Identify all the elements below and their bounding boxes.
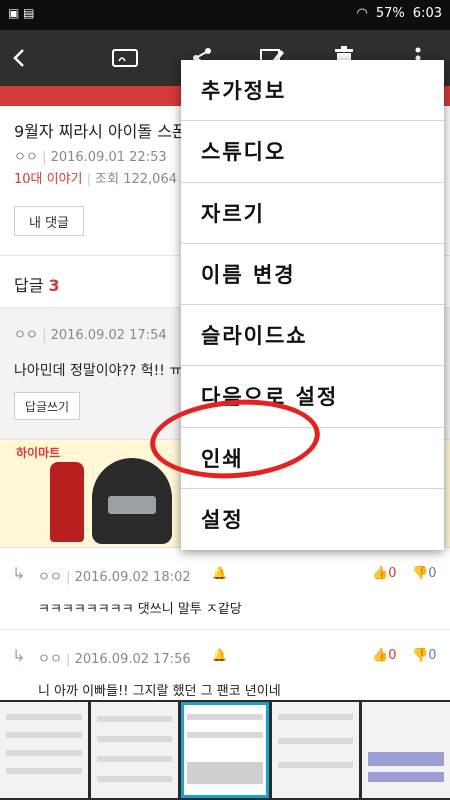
- reply-text: 니 아까 이빠들!! 그지랄 했던 그 팬코 년이네: [38, 684, 281, 699]
- dislike-count: 0: [428, 566, 437, 581]
- article-title[interactable]: 9월자 찌라시 아이돌 스폰: [14, 118, 187, 142]
- ad-rice-cooker-image: [92, 458, 172, 544]
- reply-item: ↳ ㅇㅇ | 2016.09.02 17:56 🔔 👍0 👎0 니 아까 이빠들…: [0, 630, 450, 700]
- replies-label: 답글: [14, 276, 44, 295]
- wifi-icon: ◠: [356, 6, 368, 21]
- thumbnail[interactable]: [271, 702, 360, 798]
- article-category[interactable]: 10대 이야기: [14, 172, 83, 187]
- clock: 6:03: [412, 6, 442, 21]
- reply-date: 2016.09.02 18:02: [74, 570, 191, 585]
- reply-author: ㅇㅇ: [14, 328, 38, 343]
- cast-button[interactable]: [105, 38, 145, 78]
- dislike-count: 0: [428, 648, 437, 663]
- ad-product-image: [50, 462, 84, 542]
- article-meta: ㅇㅇ | 2016.09.01 22:53: [14, 150, 167, 165]
- menu-item-slideshow[interactable]: 슬라이드쇼: [181, 305, 444, 367]
- notification-icons: ▣ ▤: [8, 6, 35, 20]
- like-button[interactable]: 👍0: [372, 648, 396, 663]
- like-button[interactable]: 👍0: [372, 566, 396, 581]
- menu-item-details[interactable]: 추가정보: [181, 60, 444, 122]
- report-icon[interactable]: 🔔: [212, 566, 227, 580]
- reply-item: ↳ ㅇㅇ | 2016.09.02 18:02 🔔 👍0 👎0 ㅋㅋㅋㅋㅋㅋㅋㅋ…: [0, 548, 450, 630]
- article-views: 조회 122,064: [95, 172, 177, 187]
- like-count: 0: [388, 648, 397, 663]
- thumbnail-selected[interactable]: [181, 702, 269, 798]
- reply-date: 2016.09.02 17:56: [74, 652, 191, 667]
- reply-arrow-icon: ↳: [12, 564, 26, 583]
- menu-item-print[interactable]: 인쇄: [181, 428, 444, 489]
- reply-author: ㅇㅇ: [38, 652, 62, 667]
- article-meta-2: 10대 이야기 | 조회 122,064: [14, 172, 177, 187]
- thumbs-down-icon: 👎: [412, 648, 429, 663]
- thumbnail[interactable]: [362, 702, 450, 798]
- menu-item-set-as[interactable]: 다음으로 설정: [181, 366, 444, 428]
- write-reply-button[interactable]: 답글쓰기: [14, 392, 80, 420]
- thumbnail-strip: [0, 700, 450, 800]
- menu-item-studio[interactable]: 스튜디오: [181, 121, 444, 183]
- reply-date: 2016.09.02 17:54: [50, 328, 167, 343]
- article-author: ㅇㅇ: [14, 150, 38, 165]
- thumbs-up-icon: 👍: [372, 648, 389, 663]
- reply-text: 나아민데 정말이야?? 헉!! ㅠ: [14, 363, 183, 379]
- thumbs-down-icon: 👎: [412, 566, 429, 581]
- like-count: 0: [388, 566, 397, 581]
- dislike-button[interactable]: 👎0: [412, 648, 436, 663]
- reply-author: ㅇㅇ: [38, 570, 62, 585]
- my-comment-button[interactable]: 내 댓글: [14, 206, 84, 236]
- menu-item-crop[interactable]: 자르기: [181, 183, 444, 244]
- chevron-left-icon: [13, 49, 24, 67]
- replies-count: 3: [48, 276, 60, 295]
- status-right: ◠ 57% 6:03: [357, 6, 442, 21]
- screen-mirror-icon: [112, 49, 138, 67]
- thumbnail[interactable]: [90, 702, 179, 798]
- thumbs-up-icon: 👍: [372, 566, 389, 581]
- battery-level: 57%: [375, 6, 405, 21]
- status-bar: ▣ ▤ ◠ 57% 6:03: [0, 0, 450, 30]
- back-button[interactable]: [0, 38, 40, 78]
- thumbnail[interactable]: [0, 702, 88, 798]
- reply-text: ㅋㅋㅋㅋㅋㅋㅋㅋ 댓쓰니 말투 ㅈ같당: [38, 602, 242, 617]
- dislike-button[interactable]: 👎0: [412, 566, 436, 581]
- menu-item-rename[interactable]: 이름 변경: [181, 244, 444, 305]
- overflow-menu: 추가정보 스튜디오 자르기 이름 변경 슬라이드쇼 다음으로 설정 인쇄 설정: [181, 60, 444, 550]
- reply-arrow-icon: ↳: [12, 646, 26, 665]
- menu-item-settings[interactable]: 설정: [181, 489, 444, 550]
- ad-brand: 하이마트: [16, 446, 61, 460]
- article-date: 2016.09.01 22:53: [50, 150, 167, 165]
- report-icon[interactable]: 🔔: [212, 648, 227, 662]
